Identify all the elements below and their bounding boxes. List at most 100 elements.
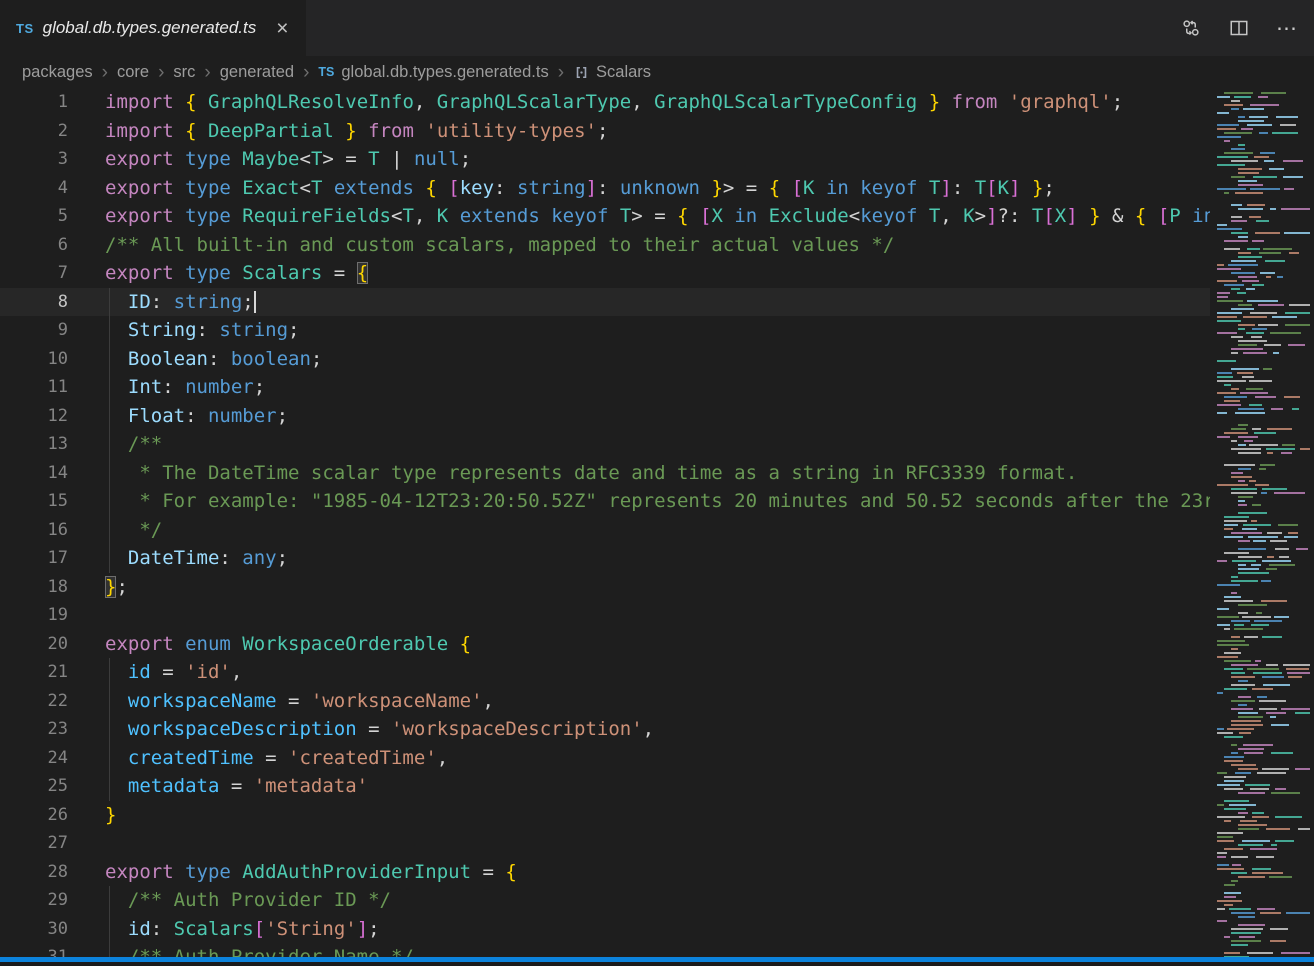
- code-line[interactable]: 13 /**: [0, 430, 1210, 459]
- close-tab-icon[interactable]: ×: [273, 18, 291, 39]
- code-line[interactable]: 10 Boolean: boolean;: [0, 345, 1210, 374]
- code-token: :: [952, 177, 975, 199]
- line-number[interactable]: 30: [0, 915, 68, 944]
- code-line[interactable]: 2import { DeepPartial } from 'utility-ty…: [0, 117, 1210, 146]
- line-number[interactable]: 24: [0, 744, 68, 773]
- minimap-line: [1217, 648, 1310, 650]
- line-number[interactable]: 2: [0, 117, 68, 146]
- code-line[interactable]: 21 id = 'id',: [0, 658, 1210, 687]
- line-number[interactable]: 6: [0, 231, 68, 260]
- code-line[interactable]: 24 createdTime = 'createdTime',: [0, 744, 1210, 773]
- line-number[interactable]: 20: [0, 630, 68, 659]
- line-number[interactable]: 21: [0, 658, 68, 687]
- minimap-line: [1217, 600, 1310, 602]
- code-line[interactable]: 28export type AddAuthProviderInput = {: [0, 858, 1210, 887]
- code-line[interactable]: 18};: [0, 573, 1210, 602]
- line-number[interactable]: 16: [0, 516, 68, 545]
- code-line[interactable]: 16 */: [0, 516, 1210, 545]
- code-token: enum: [174, 633, 231, 655]
- code-token: {: [425, 177, 436, 199]
- line-number[interactable]: 4: [0, 174, 68, 203]
- breadcrumb-item-core[interactable]: core: [117, 63, 149, 82]
- code-line[interactable]: 8 ID: string;: [0, 288, 1210, 317]
- code-line[interactable]: 22 workspaceName = 'workspaceName',: [0, 687, 1210, 716]
- code-line[interactable]: 20export enum WorkspaceOrderable {: [0, 630, 1210, 659]
- line-number[interactable]: 25: [0, 772, 68, 801]
- line-number[interactable]: 26: [0, 801, 68, 830]
- line-number[interactable]: 18: [0, 573, 68, 602]
- code-token: ,: [231, 661, 242, 683]
- line-number[interactable]: 29: [0, 886, 68, 915]
- breadcrumb-item-symbol-scalars[interactable]: Scalars: [573, 63, 651, 82]
- code-line[interactable]: 17 DateTime: any;: [0, 544, 1210, 573]
- minimap-line: [1217, 328, 1310, 330]
- code-line[interactable]: 25 metadata = 'metadata': [0, 772, 1210, 801]
- code-line[interactable]: 5export type RequireFields<T, K extends …: [0, 202, 1210, 231]
- breadcrumb-item-generated[interactable]: generated: [220, 63, 294, 82]
- breadcrumb-item-packages[interactable]: packages: [22, 63, 93, 82]
- code-token: 'utility-types': [414, 120, 597, 142]
- code-line[interactable]: 1import { GraphQLResolveInfo, GraphQLSca…: [0, 88, 1210, 117]
- code-line[interactable]: 19: [0, 601, 1210, 630]
- code-editor[interactable]: 1import { GraphQLResolveInfo, GraphQLSca…: [0, 88, 1314, 966]
- minimap[interactable]: [1210, 88, 1314, 966]
- line-number[interactable]: 11: [0, 373, 68, 402]
- line-number[interactable]: 22: [0, 687, 68, 716]
- line-number[interactable]: 8: [0, 288, 68, 317]
- code-line[interactable]: 11 Int: number;: [0, 373, 1210, 402]
- split-editor-icon[interactable]: [1228, 17, 1250, 39]
- breadcrumb-item-filename[interactable]: TS global.db.types.generated.ts: [318, 63, 548, 82]
- line-number[interactable]: 19: [0, 601, 68, 630]
- code-line[interactable]: 27: [0, 829, 1210, 858]
- line-number[interactable]: 1: [0, 88, 68, 117]
- code-line[interactable]: 23 workspaceDescription = 'workspaceDesc…: [0, 715, 1210, 744]
- code-line[interactable]: 30 id: Scalars['String'];: [0, 915, 1210, 944]
- minimap-line: [1217, 272, 1310, 274]
- breadcrumb-item-src[interactable]: src: [173, 63, 195, 82]
- line-number[interactable]: 9: [0, 316, 68, 345]
- minimap-line: [1217, 320, 1310, 322]
- minimap-line: [1217, 396, 1310, 398]
- line-number[interactable]: 14: [0, 459, 68, 488]
- editor-actions: ⋯: [1180, 0, 1298, 56]
- code-line[interactable]: 26}: [0, 801, 1210, 830]
- minimap-line: [1217, 324, 1310, 326]
- line-number[interactable]: 15: [0, 487, 68, 516]
- minimap-line: [1217, 584, 1310, 586]
- line-number[interactable]: 27: [0, 829, 68, 858]
- open-changes-icon[interactable]: [1180, 17, 1202, 39]
- minimap-line: [1217, 220, 1310, 222]
- code-line[interactable]: 15 * For example: "1985-04-12T23:20:50.5…: [0, 487, 1210, 516]
- code-token: {: [505, 861, 516, 883]
- line-number[interactable]: 12: [0, 402, 68, 431]
- minimap-line: [1217, 760, 1310, 762]
- code-line[interactable]: 7export type Scalars = {: [0, 259, 1210, 288]
- minimap-line: [1217, 864, 1310, 866]
- line-number[interactable]: 23: [0, 715, 68, 744]
- code-line[interactable]: 9 String: string;: [0, 316, 1210, 345]
- tab-global-db-types-generated[interactable]: TS global.db.types.generated.ts ×: [0, 0, 306, 56]
- code-token: boolean: [231, 348, 311, 370]
- line-number[interactable]: 7: [0, 259, 68, 288]
- code-line[interactable]: 29 /** Auth Provider ID */: [0, 886, 1210, 915]
- line-number[interactable]: 3: [0, 145, 68, 174]
- code-token: [174, 91, 185, 113]
- minimap-line: [1217, 656, 1310, 658]
- code-line[interactable]: 14 * The DateTime scalar type represents…: [0, 459, 1210, 488]
- code-token: Boolean: [105, 348, 208, 370]
- code-line[interactable]: 6/** All built-in and custom scalars, ma…: [0, 231, 1210, 260]
- code-line[interactable]: 3export type Maybe<T> = T | null;: [0, 145, 1210, 174]
- code-token: */: [105, 519, 162, 541]
- line-number[interactable]: 13: [0, 430, 68, 459]
- code-token: number: [208, 405, 277, 427]
- code-line[interactable]: 4export type Exact<T extends { [key: str…: [0, 174, 1210, 203]
- minimap-line: [1217, 856, 1310, 858]
- minimap-line: [1217, 812, 1310, 814]
- line-number[interactable]: 10: [0, 345, 68, 374]
- code-line[interactable]: 12 Float: number;: [0, 402, 1210, 431]
- line-number[interactable]: 28: [0, 858, 68, 887]
- more-actions-icon[interactable]: ⋯: [1276, 17, 1298, 39]
- code-token: string: [219, 319, 288, 341]
- line-number[interactable]: 5: [0, 202, 68, 231]
- line-number[interactable]: 17: [0, 544, 68, 573]
